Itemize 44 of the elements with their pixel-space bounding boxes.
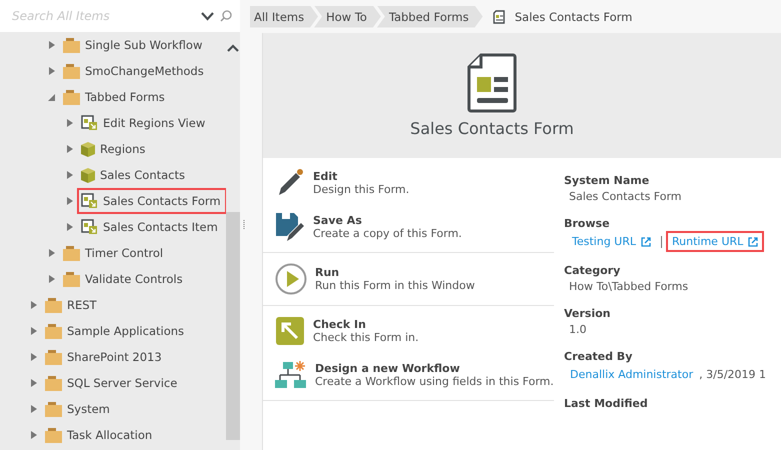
detail-label: Category	[564, 264, 622, 277]
breadcrumb-link[interactable]: All Items	[250, 6, 318, 28]
detail-label: Version	[564, 307, 612, 320]
breadcrumb-link[interactable]: How To	[314, 6, 381, 28]
action-title[interactable]: Check In	[313, 318, 419, 331]
action-title[interactable]: Design a new Workflow	[315, 362, 554, 375]
tree-item[interactable]: Single Sub Workflow	[61, 34, 206, 56]
detail-label: System Name	[564, 174, 650, 187]
tree-item[interactable]: SharePoint 2013	[43, 346, 166, 368]
tree-item[interactable]: Regions	[79, 138, 150, 160]
action-title[interactable]: Edit	[313, 170, 410, 183]
tree-item[interactable]: Task Allocation	[43, 424, 156, 446]
form-title: Sales Contacts Form	[410, 119, 574, 138]
tree-item[interactable]: Validate Controls	[61, 268, 187, 290]
tree-item[interactable]: Sales Contacts Form	[79, 190, 225, 212]
url-link[interactable]: Runtime URL	[668, 233, 762, 250]
tree-item[interactable]: Sales Contacts	[79, 164, 189, 186]
tree-item[interactable]: SmoChangeMethods	[61, 60, 208, 82]
user-link[interactable]: Denallix Administrator	[568, 366, 694, 383]
tree-item[interactable]: Tabbed Forms	[61, 86, 169, 108]
detail-label: Created By	[564, 350, 634, 363]
tree-item[interactable]: Sales Contacts Item	[79, 216, 222, 238]
tree-item[interactable]: System	[43, 398, 114, 420]
created-date: , 3/5/2019 1	[699, 368, 766, 381]
detail-value: 1.0	[568, 323, 588, 336]
action-title[interactable]: Run	[315, 266, 475, 279]
tree-item[interactable]: Timer Control	[61, 242, 168, 264]
action-title[interactable]: Save As	[313, 214, 462, 227]
detail-value: Sales Contacts Form	[568, 190, 683, 203]
tree-item[interactable]: SQL Server Service	[43, 372, 182, 394]
url-link[interactable]: Testing URL	[568, 233, 655, 250]
breadcrumb-current: Sales Contacts Form	[514, 10, 632, 24]
detail-value: How To\Tabbed Forms	[568, 280, 690, 293]
tree-item[interactable]: REST	[43, 294, 101, 316]
breadcrumb-link[interactable]: Tabbed Forms	[376, 6, 483, 28]
action-description: Run this Form in this Window	[315, 279, 475, 292]
action-description: Create a Workflow using fields in this Form.	[315, 375, 554, 388]
tree-item[interactable]: Edit Regions View	[79, 112, 210, 134]
tree-item[interactable]: Sample Applications	[43, 320, 188, 342]
detail-label: Browse	[564, 217, 611, 230]
action-description: Create a copy of this Form.	[313, 227, 462, 240]
detail-label: Last Modified	[564, 397, 649, 410]
action-description: Design this Form.	[313, 183, 410, 196]
action-description: Check this Form in.	[313, 331, 419, 344]
